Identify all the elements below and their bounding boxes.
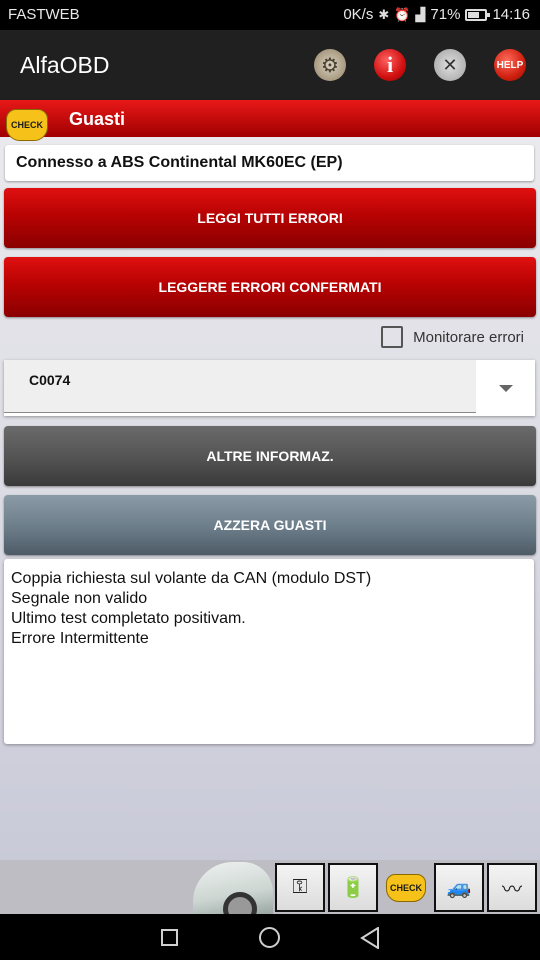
info-icon-label: i: [386, 52, 394, 77]
toolbar-check-label: CHECK: [389, 883, 422, 893]
carrier-label: FASTWEB: [8, 6, 80, 23]
home-icon[interactable]: [259, 927, 280, 948]
battery-percent: 71%: [430, 6, 461, 23]
clock: 14:16: [492, 6, 530, 23]
app-bar: AlfaOBD ⚙ i ✕ HELP: [0, 30, 540, 100]
detail-line: Ultimo test completato positivam.: [11, 610, 246, 627]
recent-apps-icon[interactable]: [161, 929, 178, 946]
read-all-errors-button[interactable]: LEGGI TUTTI ERRORI: [4, 188, 536, 248]
status-icons: 0K/s ✱ ⏰ ▟ 71% 14:16: [343, 6, 530, 23]
monitor-errors-toggle[interactable]: Monitorare errori: [381, 326, 524, 348]
check-engine-icon: CHECK: [6, 109, 48, 141]
alarm-icon: ⏰: [394, 6, 411, 22]
help-icon[interactable]: HELP: [494, 49, 526, 81]
error-code-select[interactable]: C0074: [4, 360, 535, 416]
waveform-icon[interactable]: 〰: [487, 863, 537, 912]
connection-status: Connesso a ABS Continental MK60EC (EP): [5, 145, 534, 181]
battery-icon[interactable]: 🔋: [328, 863, 378, 912]
battery-icon: [465, 8, 491, 21]
nav-bar: [0, 914, 540, 960]
main-content: CHECK Guasti Connesso a ABS Continental …: [0, 100, 540, 860]
key-icon[interactable]: ⚿: [275, 863, 325, 912]
detail-line: Errore Intermittente: [11, 630, 149, 647]
monitor-errors-checkbox[interactable]: [381, 326, 404, 348]
signal-icon: ▟: [415, 6, 426, 22]
detail-line: Coppia richiesta sul volante da CAN (mod…: [11, 570, 372, 587]
clear-errors-button[interactable]: AZZERA GUASTI: [4, 495, 536, 555]
network-speed: 0K/s: [343, 6, 374, 23]
section-title: Guasti: [69, 109, 126, 129]
back-icon[interactable]: [360, 927, 380, 949]
error-code-value: C0074: [29, 372, 71, 388]
status-bar: FASTWEB 0K/s ✱ ⏰ ▟ 71% 14:16: [0, 0, 540, 30]
app-title: AlfaOBD: [20, 52, 110, 78]
more-info-button[interactable]: ALTRE INFORMAZ.: [4, 426, 536, 486]
info-icon[interactable]: i: [374, 49, 406, 81]
detail-line: Segnale non valido: [11, 590, 148, 607]
gear-icon[interactable]: ⚙: [314, 49, 346, 81]
section-header: CHECK Guasti: [0, 100, 540, 141]
bluetooth-icon: ✱: [378, 6, 390, 22]
help-icon-label: HELP: [496, 59, 524, 71]
check-badge-label: CHECK: [10, 120, 43, 130]
error-details-text: Coppia richiesta sul volante da CAN (mod…: [4, 559, 534, 744]
monitor-errors-label: Monitorare errori: [413, 328, 524, 346]
check-engine-icon[interactable]: CHECK: [386, 874, 426, 902]
chevron-down-icon[interactable]: [499, 385, 513, 392]
tools-icon[interactable]: ✕: [434, 49, 466, 81]
error-code-field[interactable]: C0074: [4, 360, 476, 413]
read-confirmed-errors-button[interactable]: LEGGERE ERRORI CONFERMATI: [4, 257, 536, 317]
vehicle-icon[interactable]: 🚙: [434, 863, 484, 912]
